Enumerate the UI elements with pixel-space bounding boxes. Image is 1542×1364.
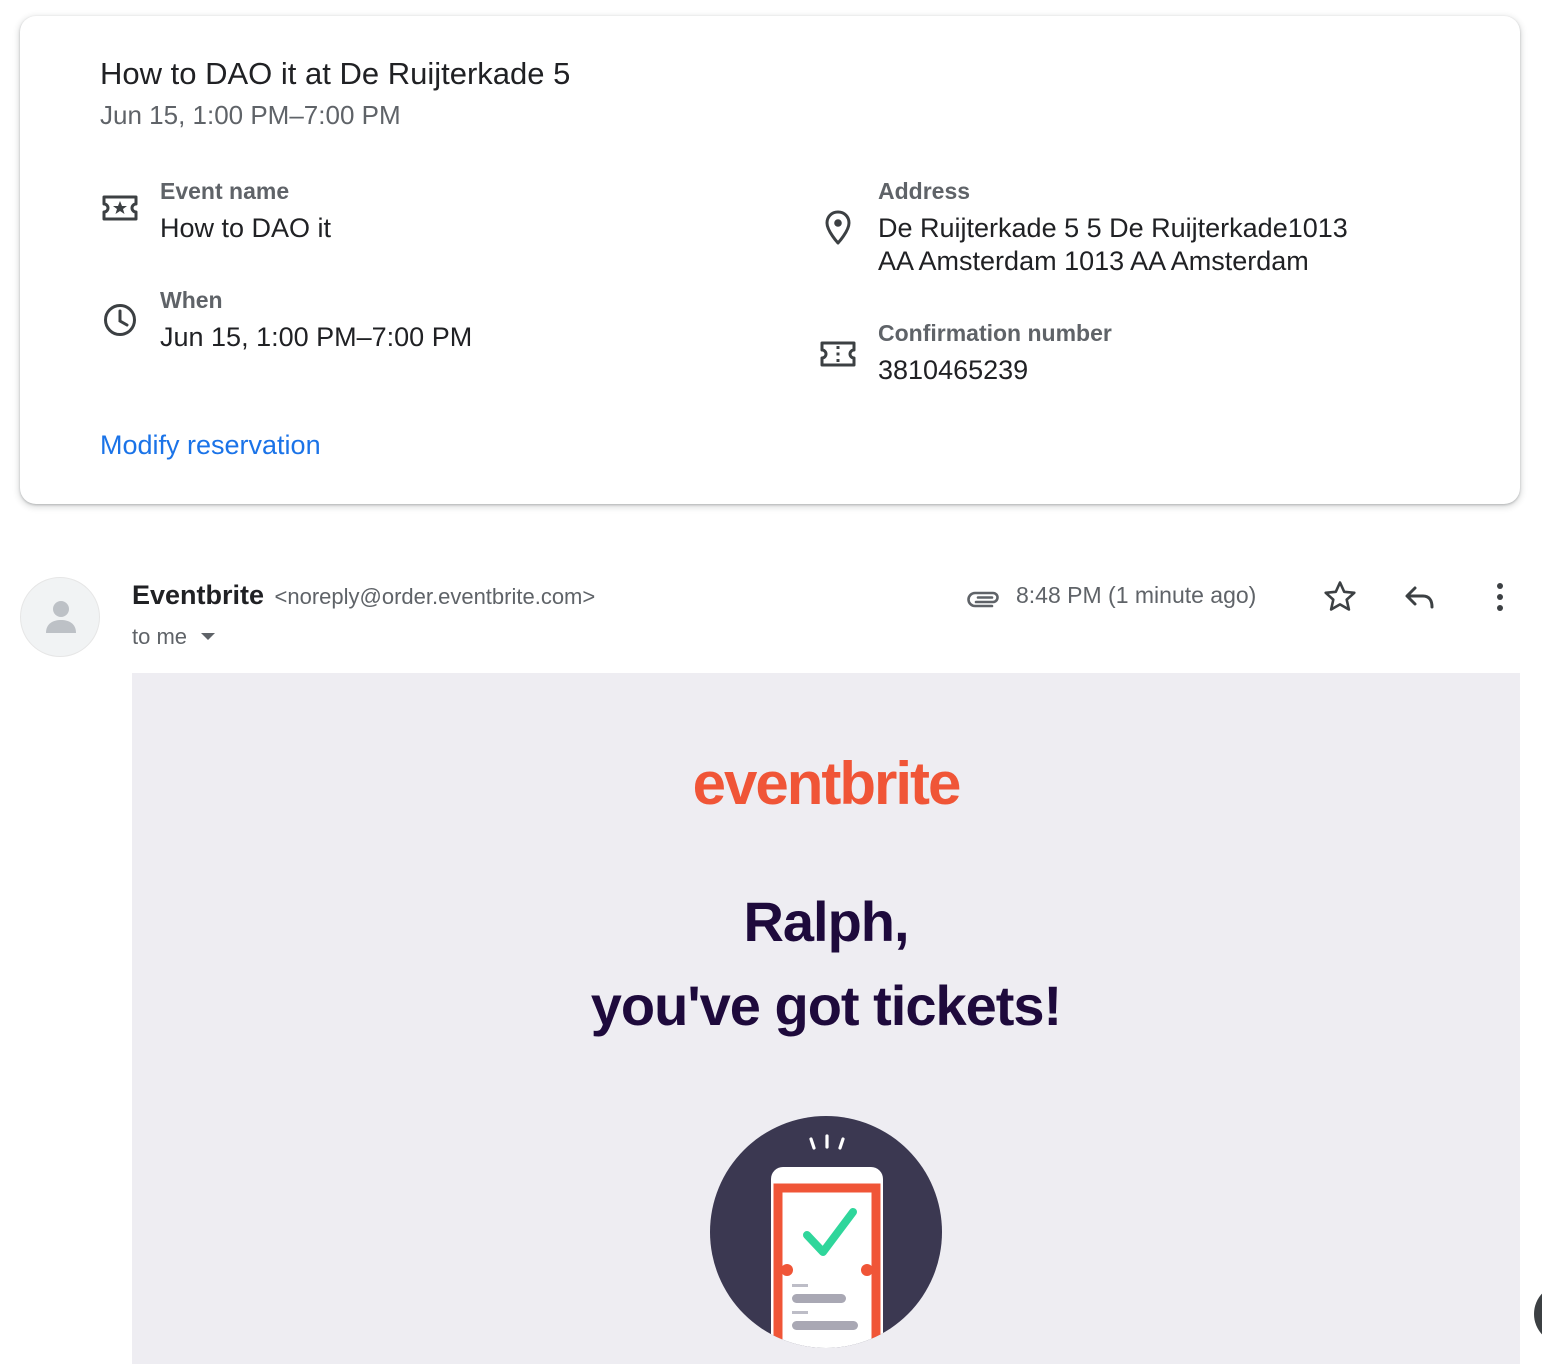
eventbrite-logo: eventbrite <box>692 750 962 817</box>
confirmation-ticket-icon <box>818 334 858 374</box>
sender-line: Eventbrite <noreply@order.eventbrite.com… <box>132 580 595 611</box>
attachment-icon <box>966 582 1002 612</box>
reply-button[interactable] <box>1400 577 1440 617</box>
reservation-subtitle: Jun 15, 1:00 PM–7:00 PM <box>100 100 401 130</box>
address-line-1: De Ruijterkade 5 5 De Ruijterkade1013 <box>878 213 1348 243</box>
star-icon <box>1324 581 1356 611</box>
reservation-card: How to DAO it at De Ruijterkade 5 Jun 15… <box>20 16 1520 504</box>
address-line-2: AA Amsterdam 1013 AA Amsterdam <box>878 246 1309 276</box>
headline-line-2: you've got tickets! <box>590 974 1062 1037</box>
confirmation-value: 3810465239 <box>878 355 1029 385</box>
floating-action-button[interactable] <box>1534 1284 1542 1344</box>
headline-line-1: Ralph, <box>743 890 909 953</box>
location-pin-icon <box>818 208 858 248</box>
confirmation-label: Confirmation number <box>878 320 1112 346</box>
caret-down-icon <box>201 633 216 640</box>
sender-name[interactable]: Eventbrite <box>132 580 264 610</box>
avatar-icon[interactable] <box>20 577 100 657</box>
ticket-star-icon <box>100 188 140 228</box>
clock-icon <box>100 300 140 340</box>
address-label: Address <box>878 178 971 204</box>
reservation-title: How to DAO it at De Ruijterkade 5 <box>100 56 571 91</box>
recipient-label: to me <box>132 624 188 649</box>
recipient-dropdown[interactable]: to me <box>132 624 216 650</box>
star-button[interactable] <box>1320 577 1360 617</box>
ticket-phone-illustration <box>710 1116 942 1348</box>
more-vert-icon <box>1497 583 1503 611</box>
when-label: When <box>160 287 223 313</box>
sender-email: <noreply@order.eventbrite.com> <box>274 584 596 609</box>
modify-reservation-link[interactable]: Modify reservation <box>100 430 321 461</box>
event-name-value: How to DAO it <box>160 213 332 243</box>
more-options-button[interactable] <box>1480 577 1520 617</box>
when-value: Jun 15, 1:00 PM–7:00 PM <box>160 322 473 352</box>
reply-icon <box>1405 586 1434 609</box>
email-timestamp: 8:48 PM (1 minute ago) <box>1016 582 1257 608</box>
event-name-label: Event name <box>160 178 290 204</box>
email-body: eventbrite Ralph, you've got tickets! <box>132 673 1520 1364</box>
